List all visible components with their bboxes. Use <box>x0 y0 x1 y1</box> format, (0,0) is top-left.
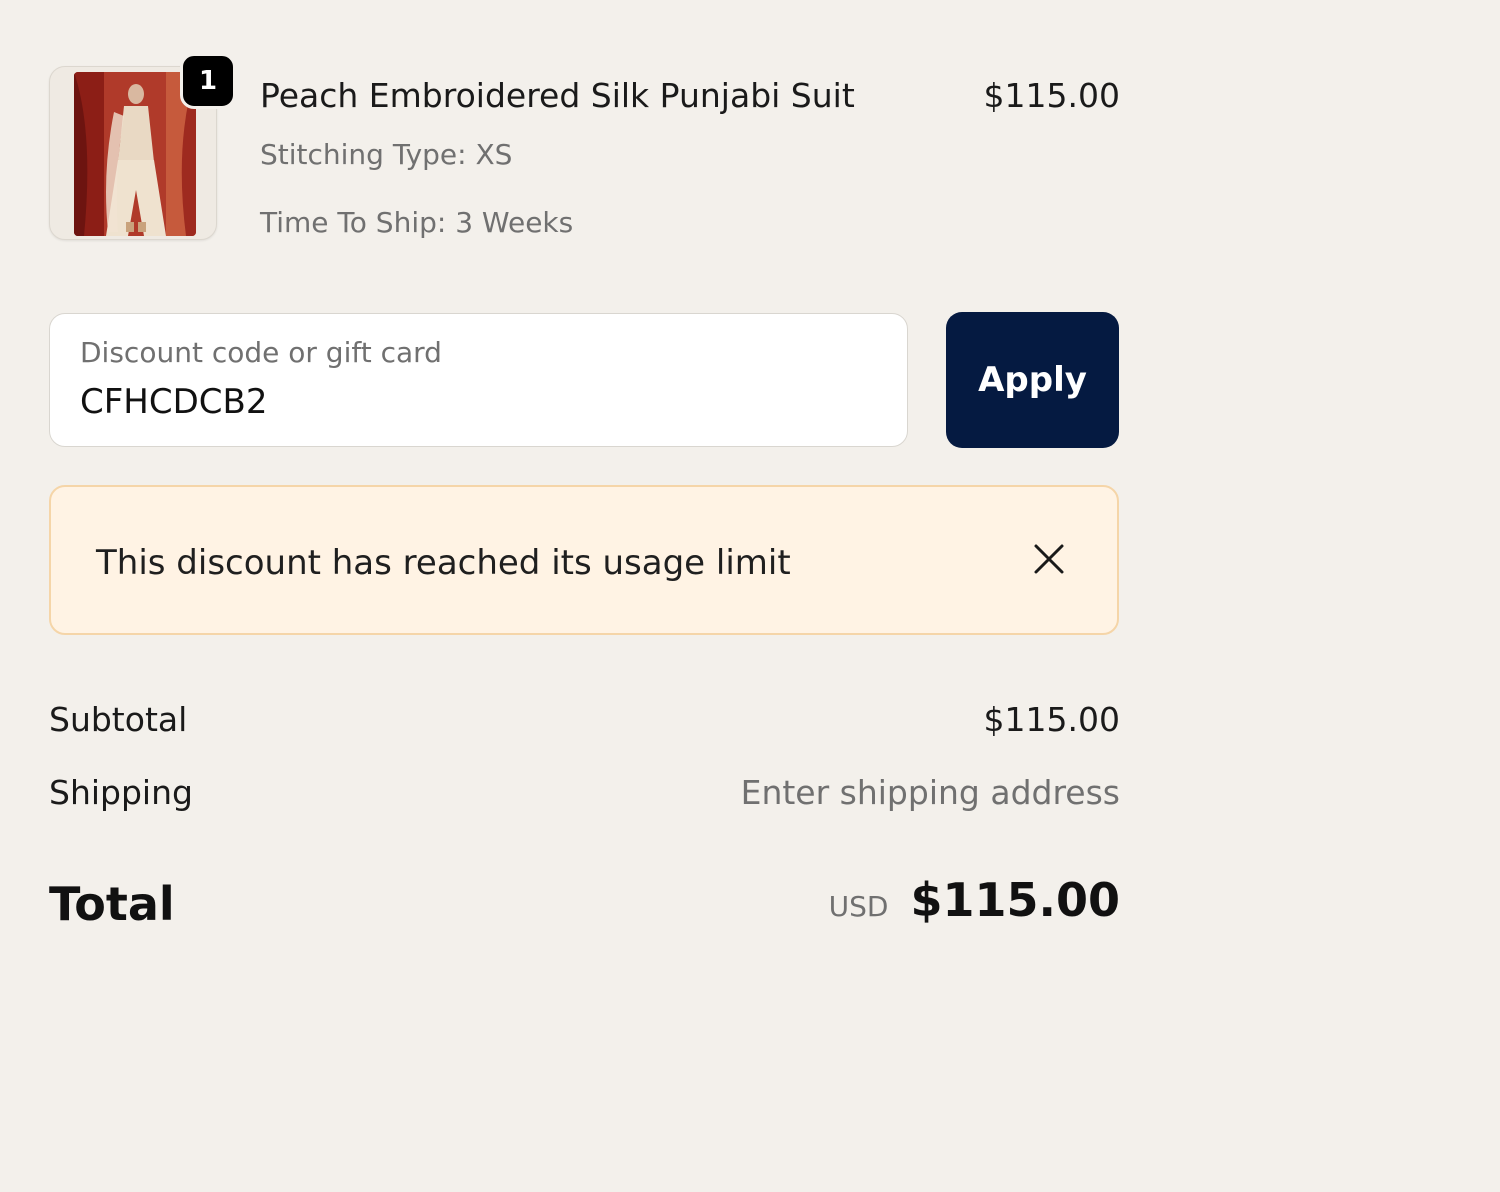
discount-code-input[interactable] <box>80 382 880 422</box>
total-value: $115.00 <box>910 873 1120 927</box>
product-image <box>74 72 196 236</box>
discount-error-banner: This discount has reached its usage limi… <box>49 485 1119 635</box>
apply-button[interactable]: Apply <box>946 312 1119 448</box>
subtotal-label: Subtotal <box>49 700 188 739</box>
close-banner-button[interactable] <box>1025 535 1073 583</box>
product-title: Peach Embroidered Silk Punjabi Suit <box>260 76 855 115</box>
order-summary: 1 Peach Embroidered Silk Punjabi Suit St… <box>49 0 1120 1192</box>
total-amount: USD $115.00 <box>829 873 1120 927</box>
subtotal-value: $115.00 <box>983 700 1120 739</box>
quantity-badge: 1 <box>180 53 236 109</box>
product-stitching-type: Stitching Type: XS <box>260 138 513 171</box>
product-ship-time: Time To Ship: 3 Weeks <box>260 206 574 239</box>
total-label: Total <box>49 877 175 931</box>
currency-code: USD <box>828 890 889 923</box>
product-thumbnail: 1 <box>49 53 236 240</box>
line-item: 1 Peach Embroidered Silk Punjabi Suit St… <box>49 53 1120 242</box>
discount-field-label: Discount code or gift card <box>80 336 442 369</box>
subtotal-row: Subtotal $115.00 <box>49 700 1120 744</box>
discount-code-field[interactable]: Discount code or gift card <box>49 313 908 447</box>
shipping-value: Enter shipping address <box>740 773 1120 812</box>
close-icon <box>1034 544 1064 574</box>
shipping-row: Shipping Enter shipping address <box>49 773 1120 817</box>
shipping-label: Shipping <box>49 773 193 812</box>
discount-error-message: This discount has reached its usage limi… <box>96 543 791 583</box>
product-price: $115.00 <box>983 76 1120 115</box>
total-row: Total USD $115.00 <box>49 873 1120 939</box>
